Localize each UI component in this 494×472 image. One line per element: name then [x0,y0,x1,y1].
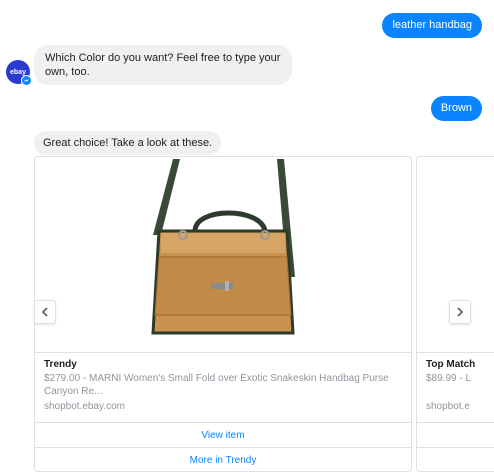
view-item-button[interactable]: View item [35,422,411,447]
more-in-trendy-button[interactable]: More in Trendy [35,447,411,471]
messenger-badge-icon [21,75,32,86]
product-title: Top Match [426,359,476,370]
bot-message-bubble: Which Color do you want? Feel free to ty… [34,45,292,85]
bot-avatar[interactable]: ebay [6,60,32,86]
product-card[interactable]: Trendy $279.00 - MARNI Women's Small Fol… [34,156,412,472]
handbag-image [151,159,295,335]
user-message-bubble: Brown [430,96,482,121]
user-message-text: leather handbag [392,19,472,31]
chevron-right-icon [457,307,464,317]
user-message-text: Brown [440,102,472,114]
bot-message-text: Which Color do you want? Feel free to ty… [45,52,281,78]
product-image[interactable] [35,157,411,351]
card-button[interactable] [417,447,494,471]
bot-message-bubble: Great choice! Take a look at these. [34,131,222,155]
bot-message-text: Great choice! Take a look at these. [43,137,213,149]
product-description: $89.99 - L [426,373,472,384]
user-message-bubble: leather handbag [382,13,482,38]
product-info: Top Match $89.99 - L shopbot.e [417,352,494,423]
product-description: $279.00 - MARNI Women's Small Fold over … [44,373,389,397]
product-domain: shopbot.ebay.com [44,401,125,412]
card-button[interactable] [417,422,494,447]
product-domain: shopbot.e [426,401,470,412]
carousel-next-button[interactable] [449,300,471,324]
product-title: Trendy [44,359,77,370]
product-info: Trendy $279.00 - MARNI Women's Small Fol… [35,352,411,423]
carousel-prev-button[interactable] [34,300,56,324]
chevron-left-icon [41,307,48,317]
